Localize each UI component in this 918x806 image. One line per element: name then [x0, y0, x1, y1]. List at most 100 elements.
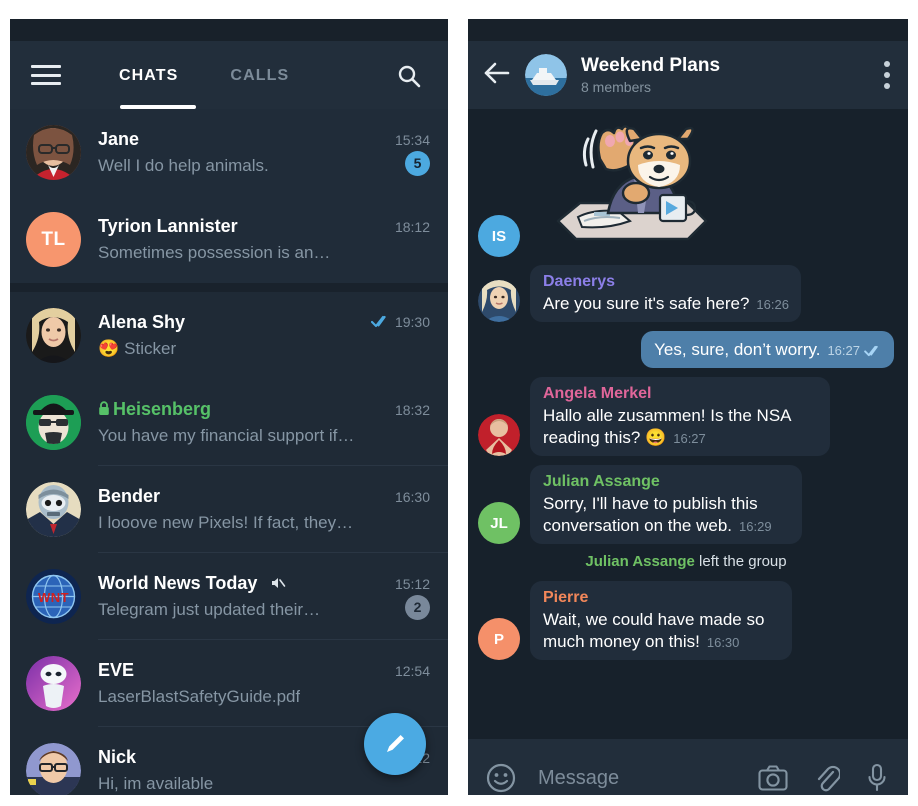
- chat-time: 18:32: [394, 402, 430, 418]
- time-text: 19:30: [394, 313, 430, 330]
- message-time: 16:27: [827, 343, 860, 358]
- avatar: WNT: [26, 569, 81, 624]
- avatar: TL: [26, 212, 81, 267]
- message-sender: Pierre: [543, 589, 589, 606]
- avatar-initials: JL: [490, 514, 508, 532]
- chat-name-text: World News Today: [98, 573, 258, 593]
- message-meta: 16:26: [756, 297, 789, 312]
- unread-badge: 2: [405, 594, 430, 620]
- avatar: [26, 482, 81, 537]
- preview-text: I looove new Pixels! If fact, they…: [98, 513, 354, 532]
- message-row[interactable]: Daenerys Are you sure it's safe here? 16:…: [478, 265, 894, 322]
- camera-icon[interactable]: [758, 765, 788, 791]
- chat-row-tyrion-lannister[interactable]: TL Tyrion Lannister 18:12 Sometimes poss…: [10, 196, 448, 283]
- message-text: Sorry, I'll have to publish this convers…: [543, 494, 758, 535]
- chat-row-heisenberg[interactable]: Heisenberg 18:32 You have my financial s…: [10, 379, 448, 466]
- chat-time: 12:54: [394, 663, 430, 679]
- chat-row-jane[interactable]: Jane 15:34 Well I do help animals. 5: [10, 109, 448, 196]
- chat-time: 15:12: [394, 576, 430, 592]
- chat-name: Heisenberg: [98, 399, 211, 420]
- message-row[interactable]: P Pierre Wait, we could have made so muc…: [478, 581, 894, 660]
- chat-preview: Telegram just updated their…: [98, 600, 320, 620]
- avatar-initials: TL: [41, 228, 66, 250]
- paperclip-icon[interactable]: [814, 764, 840, 792]
- message-time: 16:26: [756, 297, 789, 312]
- chat-name: World News Today: [98, 573, 286, 594]
- message-row[interactable]: JL Julian Assange Sorry, I'll have to pu…: [478, 465, 894, 544]
- avatar-initials: IS: [491, 227, 507, 245]
- message-meta: 16:30: [707, 635, 740, 650]
- smiley-icon[interactable]: [486, 763, 516, 793]
- message-text: Are you sure it's safe here?: [543, 294, 750, 313]
- chat-list-panel: CHATS CALLS Jane 15:34 Well I do help an…: [10, 19, 448, 795]
- avatar: P: [478, 618, 520, 660]
- conversation-panel: Weekend Plans 8 members IS Daenerys Are …: [468, 19, 908, 795]
- message-time: 16:30: [706, 635, 740, 650]
- tab-chats[interactable]: CHATS: [119, 65, 178, 85]
- message-row-outgoing[interactable]: Yes, sure, don’t worry. 16:27: [478, 331, 894, 368]
- new-message-fab[interactable]: [364, 713, 426, 775]
- message-bubble[interactable]: Angela Merkel Hallo alle zusammen! Is th…: [530, 377, 830, 456]
- row-content: World News Today 15:12 Telegram just upd…: [98, 573, 430, 620]
- message-row[interactable]: Angela Merkel Hallo alle zusammen! Is th…: [478, 377, 894, 456]
- avatar: [26, 125, 81, 180]
- svg-text:WNT: WNT: [38, 590, 69, 605]
- tab-calls[interactable]: CALLS: [230, 65, 289, 85]
- chat-list-tabs: CHATS CALLS: [119, 65, 289, 85]
- message-input[interactable]: Message: [538, 767, 758, 790]
- back-arrow-icon[interactable]: [484, 62, 510, 88]
- message-meta: 16:29: [739, 519, 772, 534]
- chat-preview: Sometimes possession is an…: [98, 243, 330, 263]
- chat-time: 15:34: [394, 132, 430, 148]
- read-ticks-icon: [864, 345, 878, 356]
- service-actor[interactable]: Julian Assange: [585, 553, 694, 570]
- avatar-initials: P: [493, 630, 504, 648]
- member-count: 8 members: [581, 79, 652, 95]
- avatar: [26, 656, 81, 711]
- message-list[interactable]: IS Daenerys Are you sure it's safe here?…: [468, 109, 908, 739]
- message-time: 16:29: [739, 519, 772, 534]
- group-avatar[interactable]: [525, 54, 567, 96]
- chat-preview: 😍 Sticker: [98, 339, 176, 359]
- row-content: Tyrion Lannister 18:12 Sometimes possess…: [98, 216, 430, 263]
- input-actions: [758, 763, 888, 793]
- lock-icon: [98, 401, 110, 416]
- chat-preview: Well I do help animals.: [98, 156, 269, 176]
- row-content: Jane 15:34 Well I do help animals. 5: [98, 129, 430, 176]
- row-content: Alena Shy 19:30 😍 Sticker: [98, 312, 430, 359]
- status-bar: [10, 19, 448, 41]
- chat-row-world-news-today[interactable]: WNT World News Today 15:12 Telegram just…: [10, 553, 448, 640]
- message-sticker[interactable]: IS: [478, 117, 894, 257]
- screen: CHATS CALLS Jane 15:34 Well I do help an…: [0, 0, 918, 806]
- microphone-icon[interactable]: [866, 763, 888, 793]
- mute-icon: [270, 575, 286, 591]
- chat-preview: Hi, im available: [98, 774, 213, 794]
- chat-row-eve[interactable]: EVE 12:54 LaserBlastSafetyGuide.pdf: [10, 640, 448, 727]
- preview-text: LaserBlastSafetyGuide.pdf: [98, 687, 301, 706]
- chat-name: Nick: [98, 747, 137, 767]
- group-title: Weekend Plans: [581, 55, 721, 76]
- message-bubble[interactable]: Pierre Wait, we could have made so much …: [530, 581, 792, 660]
- chat-name: Bender: [98, 486, 161, 506]
- chat-row-bender[interactable]: Bender 16:30 I looove new Pixels! If fac…: [10, 466, 448, 553]
- preview-text: Sticker: [124, 339, 177, 358]
- chat-row-alena-shy[interactable]: Alena Shy 19:30 😍 Sticker: [10, 292, 448, 379]
- conversation-titles: Weekend Plans 8 members: [581, 55, 884, 95]
- avatar: [26, 743, 81, 795]
- pencil-icon: [387, 735, 404, 752]
- row-content: EVE 12:54 LaserBlastSafetyGuide.pdf: [98, 660, 430, 707]
- shiba-inu-newspaper-sticker: [538, 117, 713, 257]
- chat-preview: LaserBlastSafetyGuide.pdf: [98, 687, 300, 707]
- avatar: [478, 280, 520, 322]
- message-bubble[interactable]: Daenerys Are you sure it's safe here? 16:…: [530, 265, 801, 322]
- message-bubble[interactable]: Yes, sure, don’t worry. 16:27: [641, 331, 894, 368]
- avatar: [26, 308, 81, 363]
- message-meta: 16:27: [673, 431, 706, 446]
- search-icon[interactable]: [396, 63, 422, 89]
- message-bubble[interactable]: Julian Assange Sorry, I'll have to publi…: [530, 465, 802, 544]
- hamburger-icon[interactable]: [31, 65, 61, 85]
- row-content: Heisenberg 18:32 You have my financial s…: [98, 399, 430, 446]
- chat-list-body[interactable]: Jane 15:34 Well I do help animals. 5 TL: [10, 109, 448, 795]
- chat-name: EVE: [98, 660, 135, 680]
- kebab-menu-icon[interactable]: [884, 61, 890, 89]
